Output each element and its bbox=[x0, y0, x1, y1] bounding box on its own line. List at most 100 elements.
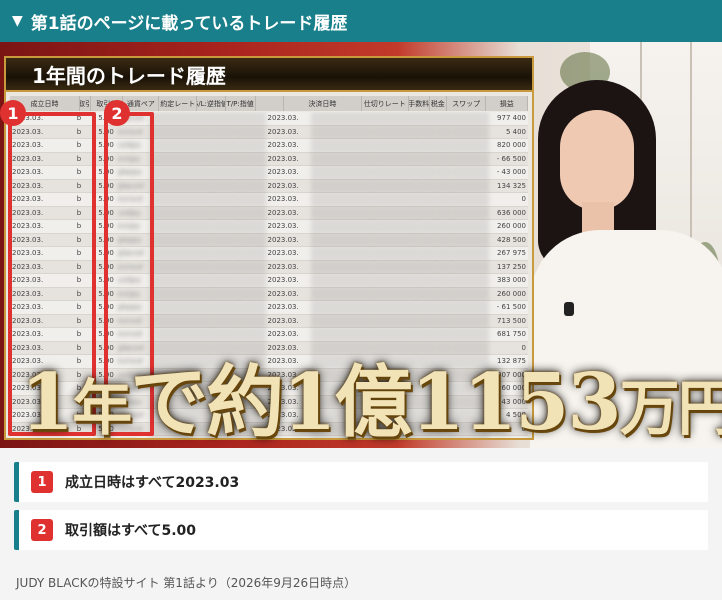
blurred-cell bbox=[436, 206, 453, 219]
blurred-cell bbox=[238, 314, 266, 327]
blurred-cell bbox=[311, 125, 373, 138]
blurred-cell bbox=[149, 341, 211, 354]
blurred-cell bbox=[416, 341, 437, 354]
blurred-cell bbox=[311, 152, 373, 165]
blurred-cell bbox=[149, 314, 211, 327]
blurred-cell bbox=[416, 274, 437, 287]
blurred-cell bbox=[372, 341, 417, 354]
blurred-cell bbox=[372, 314, 417, 327]
blurred-cell bbox=[311, 179, 373, 192]
blurred-cell bbox=[149, 233, 211, 246]
blurred-cell bbox=[452, 220, 490, 233]
blurred-cell bbox=[210, 247, 239, 260]
column-header: 約定レート bbox=[159, 96, 198, 111]
blurred-cell bbox=[372, 220, 417, 233]
blurred-cell bbox=[452, 247, 490, 260]
blurred-cell bbox=[436, 220, 453, 233]
blurred-cell bbox=[149, 260, 211, 273]
cell-settle: 2023.03. bbox=[267, 303, 299, 312]
blurred-cell bbox=[238, 166, 266, 179]
badge-1: 1 bbox=[0, 100, 26, 126]
cell-pl: 383 000 bbox=[497, 276, 526, 285]
blurred-cell bbox=[416, 233, 437, 246]
blurred-cell bbox=[238, 301, 266, 314]
blurred-cell bbox=[210, 152, 239, 165]
blurred-cell bbox=[210, 112, 239, 125]
blurred-cell bbox=[436, 125, 453, 138]
cell-pl: 681 750 bbox=[497, 330, 526, 339]
cell-settle: 2023.03. bbox=[267, 168, 299, 177]
source-caption: JUDY BLACKの特設サイト 第1話より（2026年9月26日時点） bbox=[16, 576, 357, 590]
cell-settle: 2023.03. bbox=[267, 289, 299, 298]
blurred-cell bbox=[436, 233, 453, 246]
blurred-cell bbox=[238, 220, 266, 233]
blurred-cell bbox=[311, 341, 373, 354]
cell-pl: 137 250 bbox=[497, 262, 526, 271]
blurred-cell bbox=[416, 260, 437, 273]
blurred-cell bbox=[238, 125, 266, 138]
note-text-2: 取引額はすべて5.00 bbox=[65, 523, 197, 539]
blurred-cell bbox=[149, 125, 211, 138]
cell-pl: 260 000 bbox=[497, 222, 526, 231]
blurred-cell bbox=[311, 193, 373, 206]
blurred-cell bbox=[149, 274, 211, 287]
blurred-cell bbox=[436, 274, 453, 287]
blurred-cell bbox=[436, 301, 453, 314]
note-number-1: 1 bbox=[31, 471, 53, 493]
hero-image: 1年間のトレード履歴 成立日時取引取引額通貨ペア約定レートS/L:逆指値T/P:… bbox=[0, 42, 722, 448]
blurred-cell bbox=[372, 152, 417, 165]
blurred-cell bbox=[372, 112, 417, 125]
column-header: T/P:指値 bbox=[226, 96, 256, 111]
cell-settle: 2023.03. bbox=[267, 316, 299, 325]
blurred-cell bbox=[416, 328, 437, 341]
blurred-cell bbox=[372, 166, 417, 179]
blurred-cell bbox=[436, 260, 453, 273]
blurred-cell bbox=[238, 341, 266, 354]
blurred-cell bbox=[416, 166, 437, 179]
blurred-cell bbox=[452, 193, 490, 206]
cell-settle: 2023.03. bbox=[267, 235, 299, 244]
blurred-cell bbox=[210, 193, 239, 206]
badge-2: 2 bbox=[104, 100, 130, 126]
table-title: 1年間のトレード履歴 bbox=[6, 58, 532, 92]
blurred-cell bbox=[238, 152, 266, 165]
cell-settle: 2023.03. bbox=[267, 181, 299, 190]
blurred-cell bbox=[210, 125, 239, 138]
blurred-cell bbox=[416, 247, 437, 260]
cell-settle: 2023.03. bbox=[267, 141, 299, 150]
blurred-cell bbox=[238, 247, 266, 260]
blurred-cell bbox=[452, 125, 490, 138]
blurred-cell bbox=[436, 314, 453, 327]
cell-pl: 0 bbox=[521, 343, 526, 352]
blurred-cell bbox=[311, 301, 373, 314]
blurred-cell bbox=[452, 112, 490, 125]
blurred-cell bbox=[238, 274, 266, 287]
blurred-cell bbox=[452, 233, 490, 246]
note-number-2: 2 bbox=[31, 519, 53, 541]
cell-pl: 713 500 bbox=[497, 316, 526, 325]
cell-pl: 428 500 bbox=[497, 235, 526, 244]
blurred-cell bbox=[436, 152, 453, 165]
blurred-cell bbox=[436, 112, 453, 125]
note-text-1: 成立日時はすべて2023.03 bbox=[65, 475, 240, 491]
cell-pl: - 61 500 bbox=[496, 303, 526, 312]
blurred-cell bbox=[416, 139, 437, 152]
blurred-cell bbox=[149, 166, 211, 179]
blurred-cell bbox=[416, 287, 437, 300]
blurred-cell bbox=[210, 287, 239, 300]
blurred-cell bbox=[452, 301, 490, 314]
blurred-cell bbox=[311, 166, 373, 179]
blurred-cell bbox=[149, 220, 211, 233]
cell-pl: 636 000 bbox=[497, 208, 526, 217]
column-header: 損益 bbox=[486, 96, 529, 111]
cell-pl: - 43 000 bbox=[496, 168, 526, 177]
blurred-cell bbox=[452, 314, 490, 327]
cell-settle: 2023.03. bbox=[267, 262, 299, 271]
triangle-down-icon: ▼ bbox=[12, 13, 23, 29]
cell-pl: 820 000 bbox=[497, 141, 526, 150]
note-1: 1 成立日時はすべて2023.03 bbox=[14, 462, 708, 502]
blurred-cell bbox=[372, 247, 417, 260]
blurred-cell bbox=[416, 112, 437, 125]
blurred-cell bbox=[210, 206, 239, 219]
blurred-cell bbox=[452, 139, 490, 152]
